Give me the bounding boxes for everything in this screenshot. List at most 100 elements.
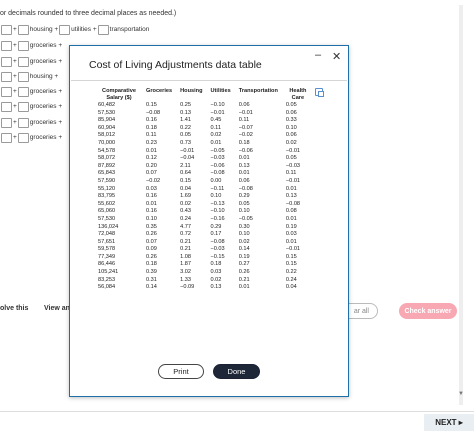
next-button[interactable]: NEXT ▸ [424,414,474,431]
table-cell: −0.07 [238,124,253,131]
table-cell: −0.01 [238,109,253,116]
answer-input[interactable] [17,56,29,67]
table-cell: 0.04 [285,284,297,291]
table-cell: 0.11 [146,132,157,139]
table-cell: 0.29 [238,193,250,200]
table-row: 65,843 0.07 0.64 −0.08 0.01 0.11 [96,170,314,178]
close-icon[interactable]: ✕ [332,50,341,63]
answer-input[interactable] [59,24,71,35]
answer-input[interactable] [1,132,12,143]
column-header: Utilities [210,88,231,94]
table-row: 55,120 0.03 0.04 −0.11 −0.08 0.01 [96,186,314,194]
table-cell: 0.01 [285,185,297,192]
table-cell: −0.06 [238,147,253,154]
table-cell: 83,795 [98,193,116,200]
table-cell: −0.01 [210,109,225,116]
answer-input[interactable] [17,117,29,128]
done-button[interactable]: Done [213,364,260,379]
column-header: Transportation [238,88,278,94]
table-cell: 57,651 [98,238,116,245]
equation-label: groceries + [29,42,63,49]
table-cell: 0.21 [238,276,250,283]
table-cell: 0.18 [146,124,157,131]
view-example-link[interactable]: View an [44,305,70,312]
table-cell: −0.08 [285,200,301,207]
answer-input[interactable] [1,56,12,67]
table-cell: 0.10 [146,215,157,222]
table-cell: −0.08 [146,109,161,116]
page-scrollbar[interactable] [459,5,463,405]
answer-input[interactable] [17,40,29,51]
table-cell: 0.39 [146,269,157,276]
table-cell: 0.16 [146,208,157,215]
equation-label: groceries + [29,58,63,65]
table-cell: 72,048 [98,231,116,238]
table-row: 60,904 0.18 0.22 0.11 −0.07 0.10 [96,125,314,133]
table-cell: 0.01 [146,200,157,207]
data-table-container: Comparative Salary ($) Groceries Housing Ut… [96,88,314,292]
minimize-icon[interactable]: – [315,49,321,61]
help-solve-link[interactable]: olve this [0,305,28,312]
table-row: 55,602 0.01 0.02 −0.13 0.05 −0.08 [96,201,314,209]
table-cell: 0.02 [238,238,250,245]
answer-input[interactable] [17,101,29,112]
answer-input[interactable] [1,24,12,35]
table-cell: 0.14 [146,284,157,291]
equation-row: + groceries + [0,117,62,128]
table-cell: 0.01 [238,155,250,162]
table-cell: 0.09 [146,246,157,253]
copy-icon[interactable] [315,88,324,97]
answer-input[interactable] [17,86,29,97]
scroll-down-icon[interactable]: ▼ [458,391,464,397]
answer-input[interactable] [1,86,12,97]
table-cell: 1.69 [180,193,192,200]
answer-input[interactable] [17,24,29,35]
table-cell: −0.10 [210,208,225,215]
table-cell: −0.16 [210,215,225,222]
answer-input[interactable] [1,40,12,51]
print-button[interactable]: Print [158,364,204,379]
table-row: 70,000 0.23 0.73 0.01 0.18 0.02 [96,140,314,148]
equation-label: + [13,134,17,141]
table-row: 87,892 0.20 2.11 −0.06 0.13 −0.03 [96,163,314,171]
answer-input[interactable] [97,24,109,35]
table-row: 57,530 −0.08 0.13 −0.01 −0.01 0.06 [96,110,314,118]
table-cell: 0.21 [180,238,192,245]
table-cell: 1.87 [180,261,192,268]
table-cell: 0.06 [285,132,297,139]
answer-input[interactable] [17,71,29,82]
equation-row: + groceries + [0,101,62,112]
equation-label: + [13,103,17,110]
table-cell: −0.03 [285,162,301,169]
table-cell: 0.06 [238,102,250,108]
table-cell: 0.12 [146,155,157,162]
table-cell: 0.26 [238,269,250,276]
table-cell: 0.30 [238,223,250,230]
equation-label: + [13,73,17,80]
answer-input[interactable] [17,132,29,143]
table-cell: 0.01 [285,238,297,245]
answer-input[interactable] [1,117,12,128]
table-cell: 0.19 [238,253,250,260]
footer-divider [0,411,474,412]
check-answer-button[interactable]: Check answer [399,303,457,319]
table-cell: 0.08 [285,208,297,215]
table-cell: −0.02 [238,132,253,139]
table-cell: 0.26 [146,253,157,260]
table-cell: 0.18 [210,261,222,268]
table-cell: 0.35 [146,223,157,230]
answer-input[interactable] [1,101,12,112]
table-cell: 0.13 [285,193,297,200]
table-cell: 0.02 [210,276,222,283]
table-row: 59,578 0.09 0.21 −0.03 0.14 −0.01 [96,246,314,254]
table-cell: 0.05 [238,200,250,207]
table-cell: 0.02 [180,200,192,207]
table-cell: 0.07 [146,170,157,177]
table-row: 57,530 0.10 0.24 −0.16 −0.05 0.01 [96,216,314,224]
column-header: Groceries [146,88,173,94]
answer-input[interactable] [1,71,12,82]
table-cell: 0.02 [210,132,222,139]
table-cell: 0.03 [210,269,222,276]
table-row: 65,060 0.16 0.43 −0.10 0.10 0.08 [96,208,314,216]
table-row: 54,578 0.01 −0.01 −0.05 −0.06 −0.01 [96,148,314,156]
